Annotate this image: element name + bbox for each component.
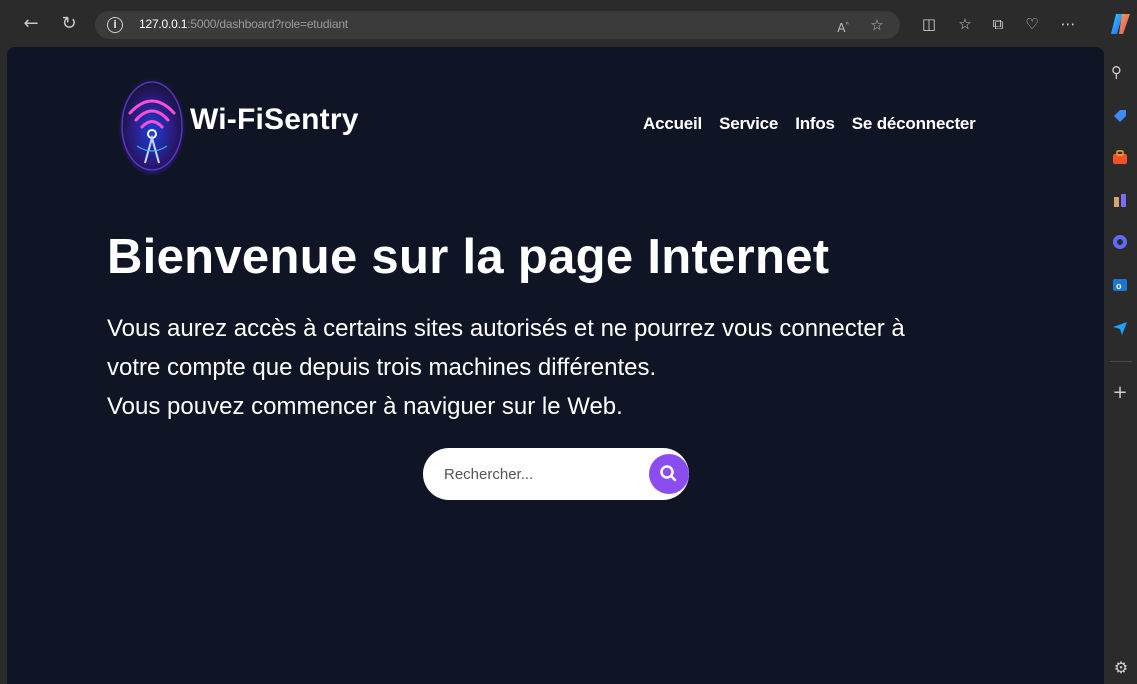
main-nav: Accueil Service Infos Se déconnecter [643,114,976,134]
info-icon[interactable]: i [107,17,123,33]
page-title: Bienvenue sur la page Internet [107,230,830,284]
search-box [423,448,689,500]
hero-description: Vous aurez accès à certains sites autori… [107,309,1007,426]
page-viewport: Wi-FiSentry Accueil Service Infos Se déc… [7,47,1104,684]
settings-gear-icon[interactable]: ⚙ [1112,659,1130,677]
tag-icon[interactable] [1111,107,1129,125]
brand-name[interactable]: Wi-FiSentry [190,103,359,137]
hero-text-line: Vous pouvez commencer à naviguer sur le … [107,393,623,420]
url-text[interactable]: 127.0.0.1:5000/dashboard?role=etudiant [139,17,348,31]
split-screen-icon[interactable]: ◫ [918,13,940,35]
browser-essentials-icon[interactable]: ♡ [1021,13,1043,35]
send-icon[interactable] [1111,319,1129,337]
add-icon[interactable]: + [1112,384,1128,402]
search-input[interactable] [444,462,634,486]
back-arrow-icon[interactable]: ← [20,13,42,35]
read-aloud-icon[interactable]: Aⁿ [833,15,853,35]
nav-link-accueil[interactable]: Accueil [643,114,702,134]
address-bar[interactable]: i 127.0.0.1:5000/dashboard?role=etudiant… [95,11,900,39]
search-icon[interactable]: ⚲ [1111,63,1129,81]
nav-link-service[interactable]: Service [719,114,778,134]
edge-sidebar: ⚲ o + ⚙ [1104,47,1137,684]
microsoft-365-icon[interactable] [1111,233,1129,251]
nav-link-infos[interactable]: Infos [795,114,835,134]
copilot-icon[interactable] [1110,12,1132,36]
wifi-sentry-logo[interactable] [117,71,187,177]
browser-toolbar: ← ↻ i 127.0.0.1:5000/dashboard?role=etud… [0,0,1137,47]
shopping-icon[interactable] [1111,148,1129,166]
favorites-icon[interactable]: ☆ [954,13,976,35]
collections-icon[interactable]: ⧉ [987,13,1009,35]
favorite-star-icon[interactable]: ☆ [867,15,887,35]
sidebar-divider [1110,361,1132,362]
nav-link-logout[interactable]: Se déconnecter [852,114,976,134]
hero-text-line: Vous aurez accès à certains sites autori… [107,315,905,342]
hero-text-line: votre compte que depuis trois machines d… [107,354,657,381]
outlook-icon[interactable]: o [1111,276,1129,294]
search-button[interactable] [649,454,689,494]
svg-text:o: o [1116,281,1122,291]
magnifier-icon [660,465,677,482]
games-icon[interactable] [1111,191,1129,209]
more-options-icon[interactable]: ⋯ [1057,13,1079,35]
refresh-icon[interactable]: ↻ [58,13,80,35]
